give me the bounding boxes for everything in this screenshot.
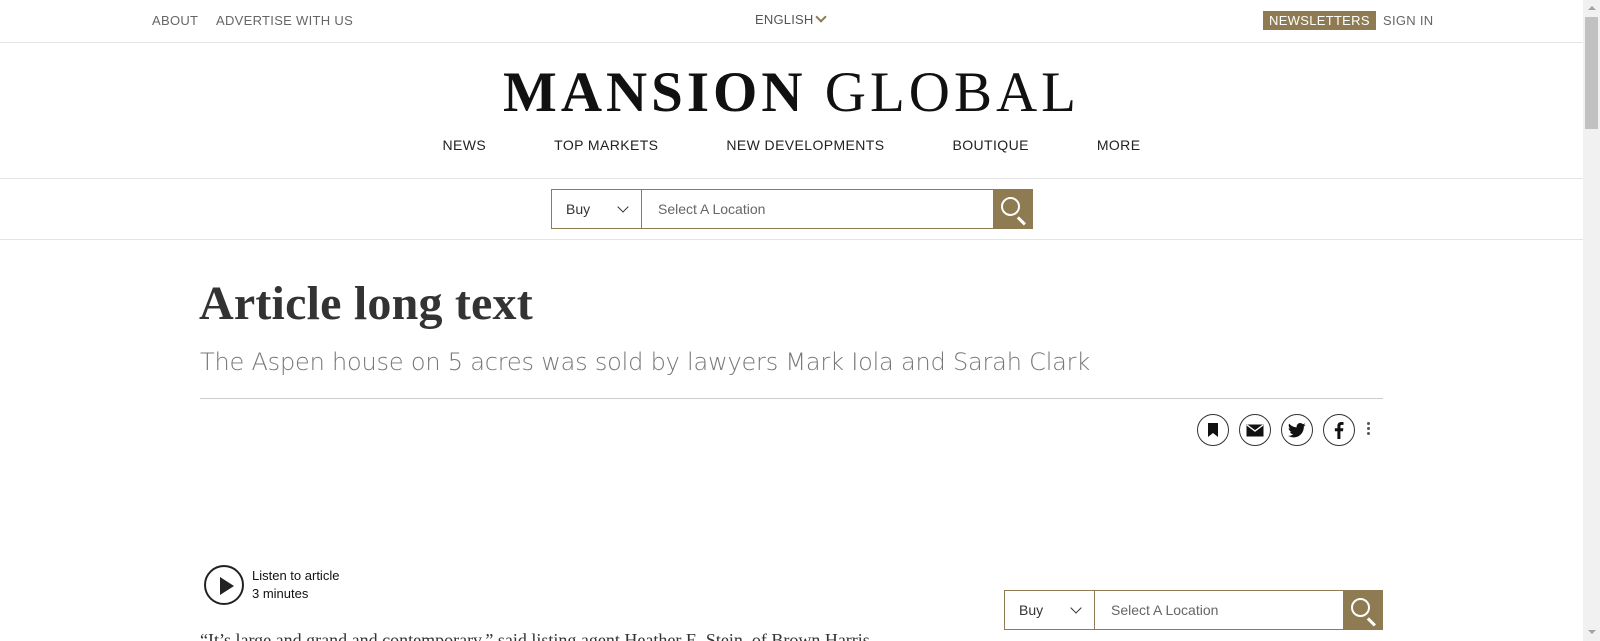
logo-word-global: GLOBAL	[824, 61, 1080, 124]
scroll-up-arrow-icon[interactable]	[1583, 0, 1600, 17]
search-icon	[1351, 598, 1370, 617]
bookmark-icon	[1208, 423, 1218, 437]
chevron-down-icon	[815, 11, 828, 23]
twitter-share-button[interactable]	[1281, 414, 1313, 446]
play-icon[interactable]	[204, 565, 244, 605]
search-button[interactable]	[1343, 591, 1382, 629]
language-selector[interactable]: ENGLISH	[755, 11, 828, 27]
nav-news[interactable]: NEWS	[443, 137, 487, 153]
listing-type-select[interactable]: Buy	[1005, 591, 1095, 629]
article-headline: Article long text	[199, 277, 533, 330]
facebook-icon	[1334, 421, 1344, 439]
listen-duration: 3 minutes	[252, 586, 309, 601]
search-icon	[1001, 197, 1020, 216]
chevron-down-icon	[617, 201, 629, 213]
audio-player[interactable]: Listen to article 3 minutes	[204, 565, 339, 605]
search-button[interactable]	[993, 190, 1032, 228]
article-subheadline: The Aspen house on 5 acres was sold by l…	[200, 348, 1091, 376]
utility-bar: ABOUT ADVERTISE WITH US ENGLISH NEWSLETT…	[0, 0, 1583, 43]
site-logo[interactable]: MANSION GLOBAL	[0, 58, 1583, 128]
nav-boutique[interactable]: BOUTIQUE	[953, 137, 1029, 153]
nav-top-markets[interactable]: TOP MARKETS	[554, 137, 658, 153]
bookmark-button[interactable]	[1197, 414, 1229, 446]
email-share-button[interactable]	[1239, 414, 1271, 446]
about-link[interactable]: ABOUT	[152, 13, 198, 28]
scrollbar-thumb[interactable]	[1585, 17, 1598, 129]
page-scrollbar[interactable]	[1583, 0, 1600, 641]
property-search-top: Buy Select A Location	[551, 189, 1033, 229]
language-label: ENGLISH	[755, 12, 814, 27]
advertise-link[interactable]: ADVERTISE WITH US	[216, 13, 353, 28]
newsletters-button[interactable]: NEWSLETTERS	[1263, 11, 1376, 30]
more-options-icon[interactable]	[1367, 422, 1371, 437]
divider	[200, 398, 1383, 399]
nav-new-developments[interactable]: NEW DEVELOPMENTS	[726, 137, 884, 153]
listing-type-value: Buy	[1019, 602, 1044, 618]
chevron-down-icon	[1070, 602, 1082, 614]
scroll-down-arrow-icon[interactable]	[1583, 624, 1600, 641]
location-input[interactable]: Select A Location	[642, 190, 993, 228]
facebook-share-button[interactable]	[1323, 414, 1355, 446]
listing-type-value: Buy	[566, 201, 591, 217]
location-input[interactable]: Select A Location	[1095, 591, 1343, 629]
property-search-sidebar: Buy Select A Location	[1004, 590, 1383, 630]
main-nav: NEWS TOP MARKETS NEW DEVELOPMENTS BOUTIQ…	[0, 137, 1583, 153]
article-body-paragraph: “It’s large and grand and contemporary,”…	[200, 630, 870, 641]
divider	[0, 239, 1583, 240]
listen-label: Listen to article	[252, 568, 340, 583]
email-icon	[1246, 423, 1264, 436]
nav-more[interactable]: MORE	[1097, 137, 1141, 153]
sign-in-link[interactable]: SIGN IN	[1383, 13, 1434, 28]
divider	[0, 178, 1583, 179]
listing-type-select[interactable]: Buy	[552, 190, 642, 228]
twitter-icon	[1288, 422, 1306, 437]
logo-word-mansion: MANSION	[503, 61, 807, 124]
